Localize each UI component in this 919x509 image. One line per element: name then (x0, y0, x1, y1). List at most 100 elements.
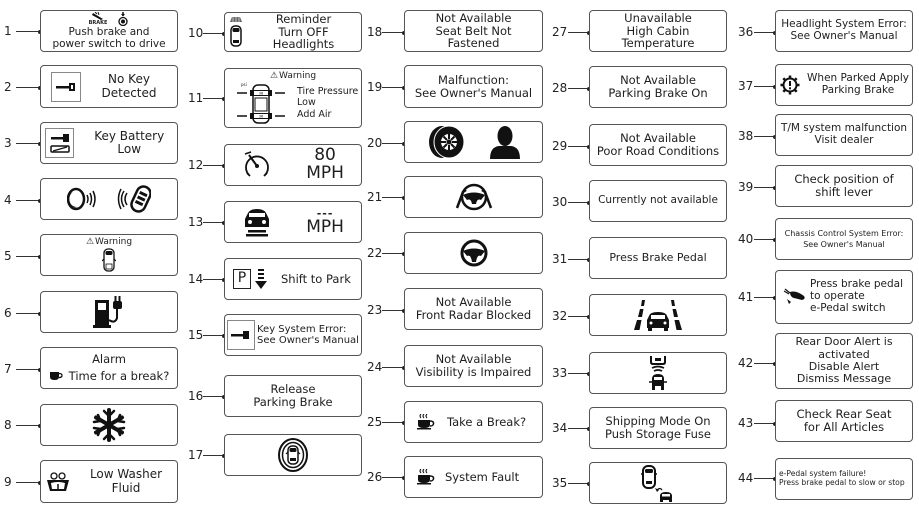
message-text: Press Brake Pedal (609, 250, 707, 264)
callout-number: 24 (367, 360, 383, 374)
message-box: Check position of shift lever (775, 165, 913, 207)
leader-line (203, 163, 226, 168)
callout-number: 7 (4, 362, 12, 376)
message-box: e-Pedal system failure! Press brake peda… (775, 458, 913, 500)
callout-number: 37 (738, 79, 754, 93)
leader-line (382, 195, 406, 200)
leader-line (203, 453, 226, 458)
speed-unit: MPH (306, 216, 344, 237)
leader-line (754, 295, 777, 300)
callout-number: 13 (188, 215, 204, 229)
message-text: Check position of shift lever (794, 172, 894, 199)
message-box: Headlight System Error: See Owner's Manu… (775, 10, 913, 52)
message-box: No Key Detected (40, 65, 178, 108)
callout-number: 19 (367, 80, 383, 94)
person-icon (489, 125, 521, 159)
key-battery-icon (45, 128, 75, 158)
hot-coffee-icon (417, 469, 435, 485)
message-box: System Fault (404, 456, 543, 498)
leader-line (203, 333, 226, 338)
callout-number: 30 (552, 195, 568, 209)
leader-line (754, 134, 777, 139)
hot-coffee-icon (417, 414, 435, 430)
message-box (589, 294, 727, 336)
callout-number: 27 (552, 25, 568, 39)
message-text: Not Available Seat Belt Not Fastened (435, 10, 512, 51)
callout-number: 36 (738, 25, 754, 39)
svg-text:36: 36 (259, 115, 263, 119)
brake-pedal-icon: BRAKE (88, 11, 108, 26)
message-box (404, 176, 543, 218)
park-gear-icon: P (233, 269, 251, 289)
callout-number: 11 (188, 91, 204, 105)
message-box: Release Parking Brake (224, 375, 362, 417)
brake-label: BRAKE (88, 19, 108, 26)
leader-line (568, 257, 591, 262)
message-box: ⚠ Warning psi 36 36 Tire Pressure Low Add … (224, 68, 362, 128)
message-text: Chassis Control System Error: See Owner'… (784, 228, 904, 249)
callout-number: 5 (4, 249, 12, 263)
hands-on-wheel-icon (453, 182, 495, 212)
message-text: No Key Detected (101, 72, 157, 100)
leader-line (568, 200, 591, 205)
message-text: Low Washer Fluid (89, 467, 163, 495)
power-switch-icon (117, 11, 129, 26)
callout-number: 2 (4, 80, 12, 94)
message-text: Reminder Turn OFF Headlights (272, 11, 335, 52)
callout-number: 28 (552, 81, 568, 95)
message-box: Rear Door Alert is activated Disable Ale… (775, 333, 913, 389)
tire-pressure-car-icon: psi 36 36 (233, 81, 289, 125)
leader-line (568, 481, 591, 486)
message-box: Not Available Poor Road Conditions (589, 124, 727, 166)
callout-number: 9 (4, 475, 12, 489)
callout-number: 42 (738, 356, 754, 370)
speed-value: 80 MPH (306, 145, 344, 183)
leader-line (382, 30, 406, 35)
callout-number: 26 (367, 470, 383, 484)
message-box: Currently not available (589, 180, 727, 222)
callout-number: 34 (552, 421, 568, 435)
leader-line (203, 31, 226, 36)
foot-pedal-icon (782, 288, 806, 306)
callout-number: 31 (552, 252, 568, 266)
callout-number: 33 (552, 366, 568, 380)
leader-line (568, 86, 591, 91)
message-text: Tire Pressure Low Add Air (297, 85, 359, 120)
alarm-title: Alarm (92, 352, 126, 367)
message-box: P Shift to Park (224, 258, 362, 300)
leader-line (16, 423, 42, 428)
leader-line (754, 30, 777, 35)
message-box (404, 121, 543, 163)
warning-triangle-icon: ⚠ (269, 71, 279, 81)
callout-number: 4 (4, 193, 12, 207)
message-text: When Parked Apply Parking Brake (807, 72, 909, 96)
callout-number: 16 (188, 389, 204, 403)
message-box: Reminder Turn OFF Headlights (224, 12, 362, 52)
leader-line (203, 220, 226, 225)
steering-wheel-icon (460, 239, 488, 267)
key-icon (227, 320, 255, 350)
leader-line (16, 367, 42, 372)
leader-line (568, 371, 591, 376)
message-box: Not Available Visibility is Impaired (404, 345, 543, 387)
callout-number: 1 (4, 24, 12, 38)
callout-number: 32 (552, 309, 568, 323)
leader-line (754, 84, 777, 89)
leader-line (16, 254, 42, 259)
message-box: ⚠ Warning (40, 234, 178, 276)
callout-number: 44 (738, 471, 754, 485)
leader-line (203, 96, 226, 101)
message-box (40, 404, 178, 446)
message-box (40, 178, 178, 220)
message-box: BRAKE Push brake and power switch to dri… (40, 10, 178, 52)
leader-line (16, 29, 42, 34)
message-box: Take a Break? (404, 401, 543, 443)
message-box (40, 291, 178, 333)
message-text: Not Available Front Radar Blocked (415, 295, 532, 322)
message-text: Push brake and power switch to drive (52, 25, 166, 50)
message-box: 80 MPH (224, 144, 362, 186)
message-box: Not Available Parking Brake On (589, 66, 727, 108)
callout-number: 43 (738, 416, 754, 430)
leader-line (568, 426, 591, 431)
message-text: Shift to Park (281, 271, 351, 286)
